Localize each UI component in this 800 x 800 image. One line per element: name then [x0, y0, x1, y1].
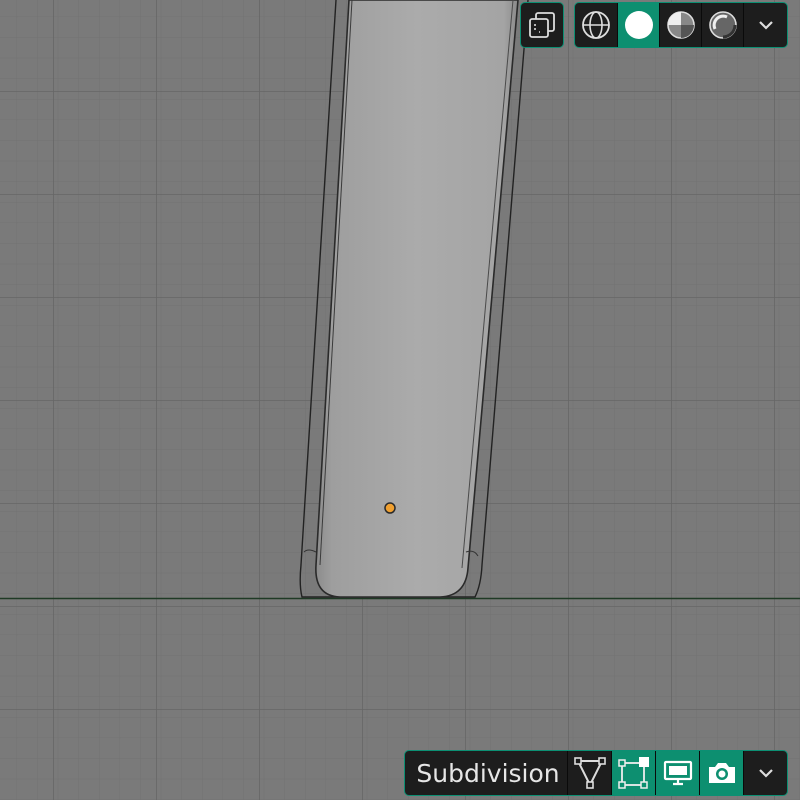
object-origin-point [384, 502, 396, 514]
edit-mode-cage-icon [573, 756, 607, 790]
rendered-shading-icon [707, 9, 739, 41]
render-toggle[interactable] [699, 751, 743, 795]
xray-toggle-button[interactable] [521, 3, 563, 47]
wireframe-shading-button[interactable] [575, 3, 617, 47]
edit-mode-cage-toggle[interactable] [567, 751, 611, 795]
edit-mode-icon [617, 756, 651, 790]
edit-mode-toggle[interactable] [611, 751, 655, 795]
xray-group [520, 2, 564, 48]
chevron-down-icon [756, 763, 776, 783]
modifier-panel-header: Subdivision [404, 750, 788, 798]
rendered-shading-button[interactable] [701, 3, 743, 47]
modifier-group: Subdivision [404, 750, 788, 796]
3d-viewport[interactable] [0, 0, 800, 800]
material-preview-shading-button[interactable] [659, 3, 701, 47]
modifier-name-field[interactable]: Subdivision [405, 751, 567, 795]
shading-mode-group [574, 2, 788, 48]
viewport-canvas [0, 0, 800, 800]
viewport-display-icon [661, 756, 695, 790]
xray-toggle-icon [527, 10, 557, 40]
material-preview-shading-icon [665, 9, 697, 41]
render-camera-icon [705, 756, 739, 790]
modifier-options-dropdown[interactable] [743, 751, 787, 795]
shading-options-dropdown[interactable] [743, 3, 787, 47]
wireframe-shading-icon [580, 9, 612, 41]
viewport-display-toggle[interactable] [655, 751, 699, 795]
solid-shading-icon [623, 9, 655, 41]
chevron-down-icon [756, 15, 776, 35]
solid-shading-button[interactable] [617, 3, 659, 47]
viewport-shading-header [520, 2, 788, 48]
